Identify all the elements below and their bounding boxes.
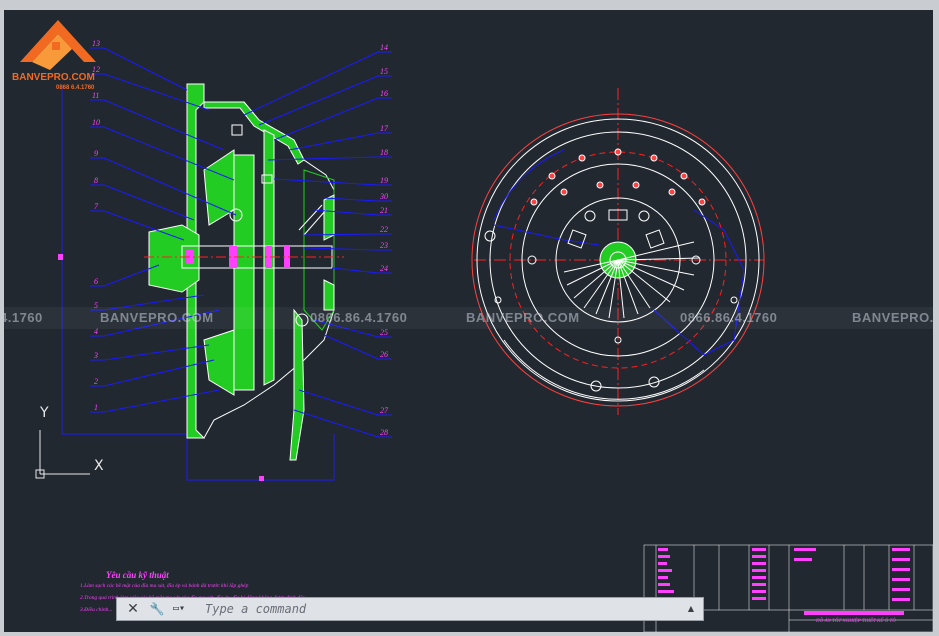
callout-8: 8 — [94, 176, 98, 185]
command-line: ✕ 🔧 ▭▾ ▲ — [116, 597, 704, 621]
notes-title: Yêu cầu kỹ thuật — [106, 570, 169, 580]
drawing-viewport[interactable]: 13 12 11 10 9 8 7 6 5 4 3 2 1 14 15 16 1… — [4, 10, 933, 632]
watermark-brand: BANVEPRO.COM — [100, 310, 214, 325]
callout-21: 21 — [380, 206, 388, 215]
note-item: 3.Điều chỉnh... — [80, 607, 113, 613]
callouts-right: 14 15 16 17 18 19 30 21 22 23 24 25 26 2… — [379, 43, 389, 437]
callout-27: 27 — [380, 406, 389, 415]
front-view — [471, 88, 765, 415]
callout-25: 25 — [380, 328, 388, 337]
callout-2: 2 — [94, 377, 98, 386]
watermark-phone: 0866.86.4.1760 — [680, 310, 778, 325]
logo-brand: BANVEPRO.COM — [12, 72, 95, 83]
callout-30: 30 — [379, 192, 388, 201]
ucs-icon — [35, 430, 90, 479]
callout-19: 19 — [380, 176, 388, 185]
callout-14: 14 — [380, 43, 388, 52]
title-block-caption: ĐỒ ÁN TỐT NGHIỆP THIẾT KẾ Ô TÔ — [816, 619, 896, 624]
close-icon[interactable]: ✕ — [125, 601, 141, 617]
callout-1: 1 — [94, 403, 98, 412]
autocad-window: 13 12 11 10 9 8 7 6 5 4 3 2 1 14 15 16 1… — [0, 0, 939, 636]
watermark-brand-fragment: BANVEPRO.C — [852, 310, 933, 325]
frame-line — [186, 86, 335, 481]
grip-marker — [58, 254, 63, 260]
callout-15: 15 — [380, 67, 388, 76]
callout-18: 18 — [380, 148, 388, 157]
watermark-phone: 0866.86.4.1760 — [310, 310, 408, 325]
logo-phone: 0868 6.4.1760 — [56, 85, 95, 91]
watermark-phone-fragment: 4.1760 — [4, 310, 43, 325]
ucs-x-label: X — [94, 458, 104, 474]
callout-7: 7 — [94, 202, 99, 211]
callout-16: 16 — [380, 89, 388, 98]
command-input[interactable] — [205, 600, 675, 618]
ucs-y-label: Y — [40, 405, 49, 421]
wrench-icon[interactable]: 🔧 — [149, 601, 165, 617]
callout-28: 28 — [380, 428, 388, 437]
callout-9: 9 — [94, 149, 98, 158]
callout-22: 22 — [380, 225, 388, 234]
note-item: 1.Làm sạch các bề mặt của đĩa ma sát, đĩ… — [80, 583, 249, 589]
callout-24: 24 — [380, 264, 388, 273]
watermark-brand: BANVEPRO.COM — [466, 310, 580, 325]
callout-26: 26 — [380, 350, 388, 359]
chevron-up-icon[interactable]: ▲ — [685, 602, 697, 616]
callout-17: 17 — [380, 124, 389, 133]
callout-10: 10 — [92, 118, 100, 127]
section-view — [58, 83, 344, 481]
callout-6: 6 — [94, 277, 98, 286]
command-prompt-icon[interactable]: ▭▾ — [173, 602, 199, 616]
callout-3: 3 — [93, 351, 98, 360]
grip-marker — [259, 476, 264, 481]
callout-23: 23 — [380, 241, 388, 250]
